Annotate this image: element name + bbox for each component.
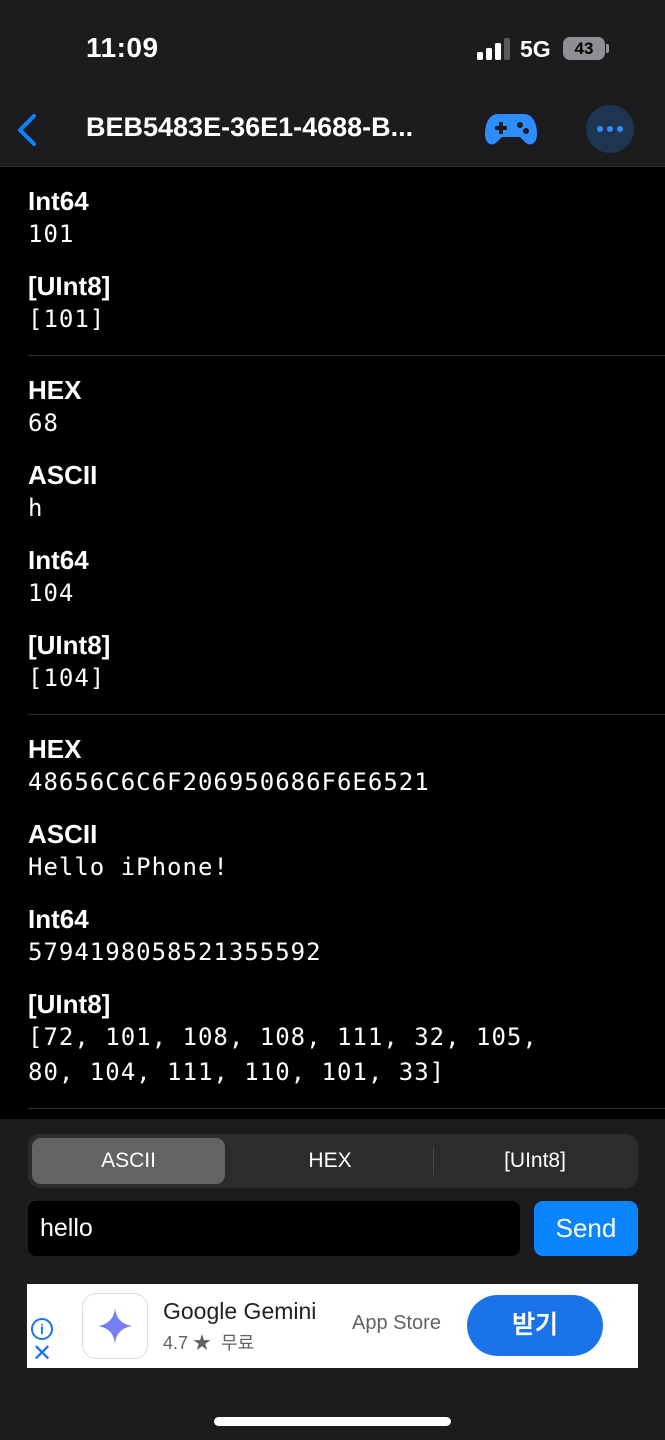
field-value: 48656C6C6F206950686F6E6521 <box>28 768 430 796</box>
field-value: 101 <box>28 220 75 248</box>
field-uint8: [UInt8] [101] <box>28 252 665 337</box>
segment-uint8[interactable]: [UInt8] <box>436 1138 634 1184</box>
field-int64: Int64 104 <box>28 526 665 611</box>
back-button[interactable] <box>12 110 42 150</box>
field-value: [101] <box>28 305 106 333</box>
network-type: 5G <box>520 36 551 62</box>
more-dot-icon <box>597 126 603 132</box>
message-input[interactable]: hello <box>28 1201 520 1256</box>
field-label: [UInt8] <box>28 989 111 1019</box>
cellular-signal-icon <box>477 38 511 60</box>
field-ascii: ASCII Hello iPhone! <box>28 800 665 885</box>
field-value: [104] <box>28 664 106 692</box>
battery-tip <box>606 44 609 53</box>
field-value: [72, 101, 108, 108, 111, 32, 105, 80, 10… <box>28 1023 538 1086</box>
field-int64: Int64 101 <box>28 167 665 252</box>
value-group: Int64 101 [UInt8] [101] <box>28 167 665 356</box>
status-bar: 11:09 5G 43 <box>0 0 665 100</box>
field-label: Int64 <box>28 186 89 216</box>
battery-icon: 43 <box>563 37 605 60</box>
field-label: ASCII <box>28 819 98 849</box>
field-value: 68 <box>28 409 59 437</box>
field-label: [UInt8] <box>28 630 111 660</box>
field-int64: Int64 5794198058521355592 <box>28 885 665 970</box>
ad-app-name: Google Gemini <box>163 1298 317 1324</box>
received-values-list[interactable]: Int64 101 [UInt8] [101] HEX 68 ASCII h I… <box>0 167 665 1119</box>
field-value: h <box>28 494 44 522</box>
field-label: HEX <box>28 734 82 764</box>
ad-store-name: App Store <box>352 1312 441 1334</box>
more-options-button[interactable] <box>586 105 634 153</box>
ad-rating-value: 4.7 ★ <box>163 1333 212 1353</box>
field-label: HEX <box>28 375 82 405</box>
field-value: Hello iPhone! <box>28 853 229 881</box>
ad-rating: 4.7 ★ 무료 <box>163 1329 254 1355</box>
field-uint8: [UInt8] [72, 101, 108, 108, 111, 32, 105… <box>28 970 665 1090</box>
field-label: Int64 <box>28 545 89 575</box>
navigation-bar: BEB5483E-36E1-4688-B... <box>0 100 665 167</box>
field-uint8: [UInt8] [104] <box>28 611 665 696</box>
field-hex: HEX 48656C6C6F206950686F6E6521 <box>28 715 665 800</box>
segment-divider <box>433 1147 434 1175</box>
value-group: HEX 68 ASCII h Int64 104 [UInt8] [104] <box>28 356 665 715</box>
value-group: HEX 48656C6C6F206950686F6E6521 ASCII Hel… <box>28 715 665 1109</box>
gamepad-button[interactable] <box>484 110 538 148</box>
gemini-app-icon <box>82 1293 148 1359</box>
field-ascii: ASCII h <box>28 441 665 526</box>
format-segmented-control: ASCII HEX [UInt8] <box>28 1134 638 1188</box>
status-time: 11:09 <box>86 32 159 63</box>
home-indicator <box>214 1417 451 1426</box>
segment-hex[interactable]: HEX <box>230 1138 430 1184</box>
segment-ascii[interactable]: ASCII <box>32 1138 225 1184</box>
composer-panel: ASCII HEX [UInt8] hello Send i ✕ Google … <box>0 1119 665 1440</box>
more-dot-icon <box>617 126 623 132</box>
field-value: 5794198058521355592 <box>28 938 322 966</box>
ad-close-icon[interactable]: ✕ <box>32 1342 52 1366</box>
chevron-left-icon <box>18 114 36 146</box>
field-label: ASCII <box>28 460 98 490</box>
ad-price: 무료 <box>221 1333 255 1353</box>
ad-get-button[interactable]: 받기 <box>467 1295 603 1356</box>
field-label: Int64 <box>28 904 89 934</box>
field-value: 104 <box>28 579 75 607</box>
ad-banner[interactable]: i ✕ Google Gemini 4.7 ★ 무료 App Store 받기 <box>27 1284 638 1368</box>
send-button[interactable]: Send <box>534 1201 638 1256</box>
more-dot-icon <box>607 126 613 132</box>
gamepad-icon <box>485 114 537 145</box>
field-hex: HEX 68 <box>28 356 665 441</box>
page-title: BEB5483E-36E1-4688-B... <box>86 112 414 142</box>
field-label: [UInt8] <box>28 271 111 301</box>
ad-info-icon[interactable]: i <box>31 1318 53 1340</box>
